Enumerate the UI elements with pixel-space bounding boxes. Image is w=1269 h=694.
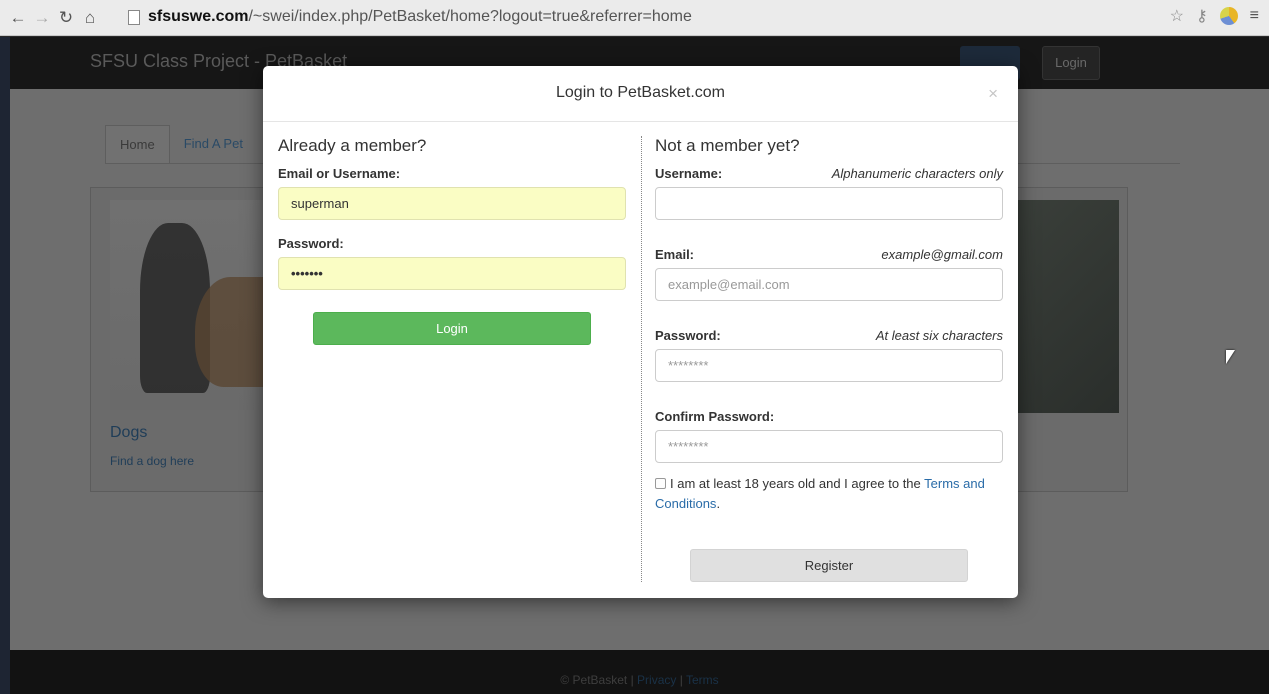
home-icon[interactable]: ⌂: [80, 6, 100, 30]
footer-copyright: © PetBasket: [560, 673, 628, 687]
reg-username-label: Username:: [655, 166, 723, 181]
key-icon[interactable]: ⚷: [1196, 6, 1208, 26]
register-column: Not a member yet? Username: Alphanumeric…: [655, 136, 1003, 582]
mouse-cursor-icon: [1226, 350, 1235, 364]
footer-separator: |: [630, 673, 634, 687]
username-label: Email or Username:: [278, 166, 401, 181]
dog-silhouette-2: [195, 277, 266, 387]
reg-username-input[interactable]: [655, 187, 1003, 220]
card-title[interactable]: Dogs: [110, 424, 147, 442]
agree-end: .: [716, 496, 721, 511]
reptile-image[interactable]: [1017, 200, 1119, 413]
url-path: /~swei/index.php/PetBasket/home?logout=t…: [248, 8, 692, 25]
menu-icon[interactable]: ≡: [1250, 7, 1259, 25]
footer-separator: |: [679, 673, 683, 687]
address-bar[interactable]: sfsuswe.com/~swei/index.php/PetBasket/ho…: [128, 5, 692, 29]
login-column: Already a member? Email or Username: Pas…: [278, 136, 626, 345]
reg-confirm-label: Confirm Password:: [655, 409, 775, 424]
star-icon[interactable]: ☆: [1170, 6, 1184, 26]
agree-checkbox[interactable]: [655, 478, 666, 489]
login-heading: Already a member?: [278, 136, 427, 155]
login-password-input[interactable]: [278, 257, 626, 290]
footer-terms-link[interactable]: Terms: [686, 673, 719, 687]
reg-password-input[interactable]: [655, 349, 1003, 382]
reg-password-label: Password:: [655, 328, 721, 343]
extension-icon[interactable]: [1219, 7, 1238, 25]
agree-text: I am at least 18 years old and I agree t…: [670, 476, 921, 491]
window-edge: [0, 37, 10, 694]
browser-toolbar: ← → ↻ ⌂ sfsuswe.com/~swei/index.php/PetB…: [0, 0, 1269, 36]
column-divider: [641, 136, 642, 582]
page-icon: [128, 9, 140, 25]
login-username-input[interactable]: [278, 187, 626, 220]
footer-privacy-link[interactable]: Privacy: [637, 673, 676, 687]
reg-email-input[interactable]: [655, 268, 1003, 301]
reg-email-label: Email:: [655, 247, 695, 262]
url-domain: sfsuswe.com: [148, 8, 249, 25]
reg-email-hint: example@gmail.com: [881, 247, 1003, 262]
terms-agreement: I am at least 18 years old and I agree t…: [655, 474, 1003, 514]
login-modal: Login to PetBasket.com × Already a membe…: [263, 66, 1018, 598]
reload-icon[interactable]: ↻: [56, 6, 76, 30]
reg-password-hint: At least six characters: [875, 328, 1003, 343]
register-heading: Not a member yet?: [655, 136, 800, 155]
close-icon[interactable]: ×: [988, 84, 998, 104]
nav-tabs: Home Find A Pet: [105, 125, 257, 163]
tab-home[interactable]: Home: [105, 125, 170, 163]
navbar-login-button[interactable]: Login: [1042, 46, 1100, 80]
login-button[interactable]: Login: [313, 312, 591, 345]
modal-header: Login to PetBasket.com ×: [263, 66, 1018, 122]
card-link[interactable]: Find a dog here: [110, 454, 194, 468]
forward-arrow-icon[interactable]: →: [32, 6, 52, 30]
site-footer: © PetBasket | Privacy | Terms: [10, 650, 1269, 694]
back-arrow-icon[interactable]: ←: [8, 6, 28, 30]
modal-title: Login to PetBasket.com: [556, 84, 725, 101]
register-button[interactable]: Register: [690, 549, 968, 582]
reg-confirm-input[interactable]: [655, 430, 1003, 463]
password-label: Password:: [278, 236, 344, 251]
reg-username-hint: Alphanumeric characters only: [831, 166, 1003, 181]
tab-find-a-pet[interactable]: Find A Pet: [170, 125, 257, 163]
